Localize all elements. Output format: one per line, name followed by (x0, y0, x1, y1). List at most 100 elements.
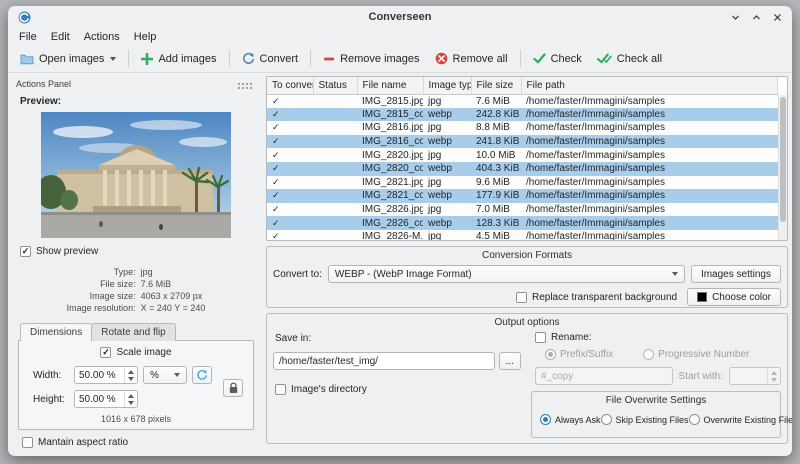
images-directory-checkbox[interactable]: Image's directory (275, 384, 521, 395)
tab-dimensions[interactable]: Dimensions (20, 323, 93, 341)
row-check: ✓ (272, 136, 280, 147)
dimension-tabs: Dimensions Rotate and flip (20, 323, 254, 341)
width-spinner[interactable]: 50.00 % (74, 366, 138, 384)
maximize-button[interactable] (752, 13, 761, 22)
menu-file[interactable]: File (13, 30, 43, 44)
titlebar[interactable]: Converseen (8, 6, 792, 28)
table-row[interactable]: ✓ IMG_2815_co... webp 242.8 KiB/home/faster… (267, 107, 778, 122)
row-filename: IMG_2816.jpg (362, 122, 423, 134)
overwrite-existing-radio[interactable]: Overwrite Existing Files (688, 414, 792, 425)
table-row[interactable]: ✓ IMG_2821.jpg jpg 9.6 MiB/home/faster/Imma… (267, 176, 778, 190)
lock-aspect-button[interactable] (223, 379, 243, 397)
table-row[interactable]: ✓ IMG_2816.jpg jpg 8.8 MiB/home/faster/Imma… (267, 121, 778, 135)
output-options-group: Output options Save in: /home/faster/tes… (266, 313, 792, 444)
always-ask-radio[interactable]: Always Ask (540, 414, 601, 425)
row-check: ✓ (272, 149, 280, 160)
remove-all-button[interactable]: Remove all (428, 48, 515, 69)
check-all-button[interactable]: Check all (590, 49, 669, 69)
menu-edit[interactable]: Edit (45, 30, 76, 44)
row-filesize: 8.8 MiB (476, 122, 510, 134)
info-label: Image resolution: (66, 303, 136, 313)
tab-rotate-flip[interactable]: Rotate and flip (91, 323, 176, 341)
row-filepath: /home/faster/Immagini/samples (526, 136, 665, 148)
col-file-path[interactable]: File path (521, 77, 778, 95)
col-file-size[interactable]: File size (471, 77, 522, 95)
table-row[interactable]: ✓ IMG_2826_co... webp 128.3 KiB/home/faster… (267, 216, 778, 230)
table-scrollbar[interactable] (778, 95, 787, 240)
scale-image-checkbox[interactable]: Scale image (25, 347, 247, 358)
menu-help[interactable]: Help (128, 30, 163, 44)
prefix-suffix-radio[interactable]: Prefix/Suffix (545, 349, 613, 360)
toolbar-separator (128, 50, 130, 67)
row-filesize: 241.8 KiB (476, 136, 520, 148)
height-label: Height: (33, 393, 65, 405)
refresh-button[interactable] (192, 366, 212, 384)
row-check: ✓ (272, 217, 280, 228)
add-images-button[interactable]: Add images (134, 49, 223, 69)
table-row[interactable]: ✓ IMG_2820.jpg jpg 10.0 MiB/home/faster/Imm… (267, 148, 778, 162)
start-with-spinner[interactable] (729, 367, 781, 385)
color-swatch (697, 292, 708, 302)
open-images-button[interactable]: Open images (13, 49, 123, 69)
col-status[interactable]: Status (313, 77, 358, 95)
replace-background-checkbox[interactable]: Replace transparent background (515, 291, 677, 303)
check-button[interactable]: Check (526, 49, 589, 69)
row-filesize: 404.3 KiB (476, 163, 520, 175)
table-row[interactable]: ✓ IMG_2821_co... webp 177.9 KiB/home/faster… (267, 189, 778, 203)
row-filesize: 177.9 KiB (476, 190, 520, 202)
row-filename: IMG_2816_co... (362, 136, 423, 148)
save-path-input[interactable]: /home/faster/test_img/ (273, 352, 495, 370)
unit-select[interactable]: % (143, 366, 187, 384)
image-info: Type: jpg File size: 7.6 MiB Image size:… (67, 267, 206, 313)
spinner-arrows-icon[interactable] (124, 367, 137, 383)
images-settings-button[interactable]: Images settings (690, 265, 781, 283)
row-filesize: 242.8 KiB (476, 108, 520, 120)
spinner-arrows-icon[interactable] (124, 391, 137, 407)
format-select[interactable]: WEBP - (WebP Image Format) (327, 265, 685, 283)
row-imagetype: jpg (428, 122, 442, 134)
app-icon (18, 11, 31, 23)
row-filename: IMG_2815_co... (362, 108, 423, 120)
info-value: X = 240 Y = 240 (140, 303, 206, 313)
window-title: Converseen (368, 11, 432, 23)
file-table-body: ✓ IMG_2815.jpg jpg 7.6 MiB/home/faster/Imma… (267, 94, 778, 241)
remove-images-button[interactable]: Remove images (316, 49, 426, 69)
preview-label: Preview: (20, 96, 62, 107)
row-imagetype: webp (428, 190, 452, 202)
table-row[interactable]: ✓ IMG_2816_co... webp 241.8 KiB/home/faster… (267, 134, 778, 149)
minimize-button[interactable] (731, 13, 740, 22)
row-filepath: /home/faster/Immagini/samples (526, 108, 665, 120)
choose-color-button[interactable]: Choose color (687, 288, 781, 306)
row-imagetype: jpg (428, 204, 442, 216)
toolbar-separator (519, 50, 521, 67)
convert-button[interactable]: Convert (235, 48, 306, 69)
row-check: ✓ (272, 95, 280, 106)
menu-actions[interactable]: Actions (78, 30, 126, 44)
rename-checkbox[interactable]: Rename: (535, 332, 781, 343)
info-value: 4063 x 2709 px (140, 291, 203, 301)
file-overwrite-title: File Overwrite Settings (605, 395, 707, 406)
row-filename: IMG_2821.jpg (362, 176, 423, 188)
scrollbar-thumb[interactable] (780, 97, 786, 222)
col-file-name[interactable]: File name (357, 77, 424, 95)
progressive-number-radio[interactable]: Progressive Number (643, 349, 749, 360)
file-table: To convert Status File name Image type F… (266, 76, 788, 241)
skip-existing-radio[interactable]: Skip Existing Files (600, 414, 689, 425)
table-row[interactable]: ✓ IMG_2826-M... jpg 4.5 MiB/home/faster/Imm… (267, 230, 778, 241)
row-filename: IMG_2820_co... (362, 163, 423, 175)
actions-panel-header[interactable]: Actions Panel (12, 76, 260, 91)
convert-icon (242, 52, 254, 64)
show-preview-checkbox[interactable]: Show preview (20, 246, 254, 257)
col-image-type[interactable]: Image type (423, 77, 472, 95)
browse-button[interactable]: ... (498, 352, 521, 370)
table-row[interactable]: ✓ IMG_2820_co... webp 404.3 KiB/home/faster… (267, 161, 778, 176)
rename-pattern-input[interactable]: #_copy (535, 367, 673, 385)
lock-icon (229, 382, 237, 393)
table-row[interactable]: ✓ IMG_2815.jpg jpg 7.6 MiB/home/faster/Imma… (267, 94, 778, 108)
height-spinner[interactable]: 50.00 % (74, 390, 138, 408)
col-to-convert[interactable]: To convert (267, 77, 314, 95)
row-filesize: 4.5 MiB (476, 231, 510, 241)
table-row[interactable]: ✓ IMG_2826.jpg jpg 7.0 MiB/home/faster/Imma… (267, 203, 778, 217)
close-button[interactable] (773, 13, 782, 22)
row-imagetype: webp (428, 136, 452, 148)
